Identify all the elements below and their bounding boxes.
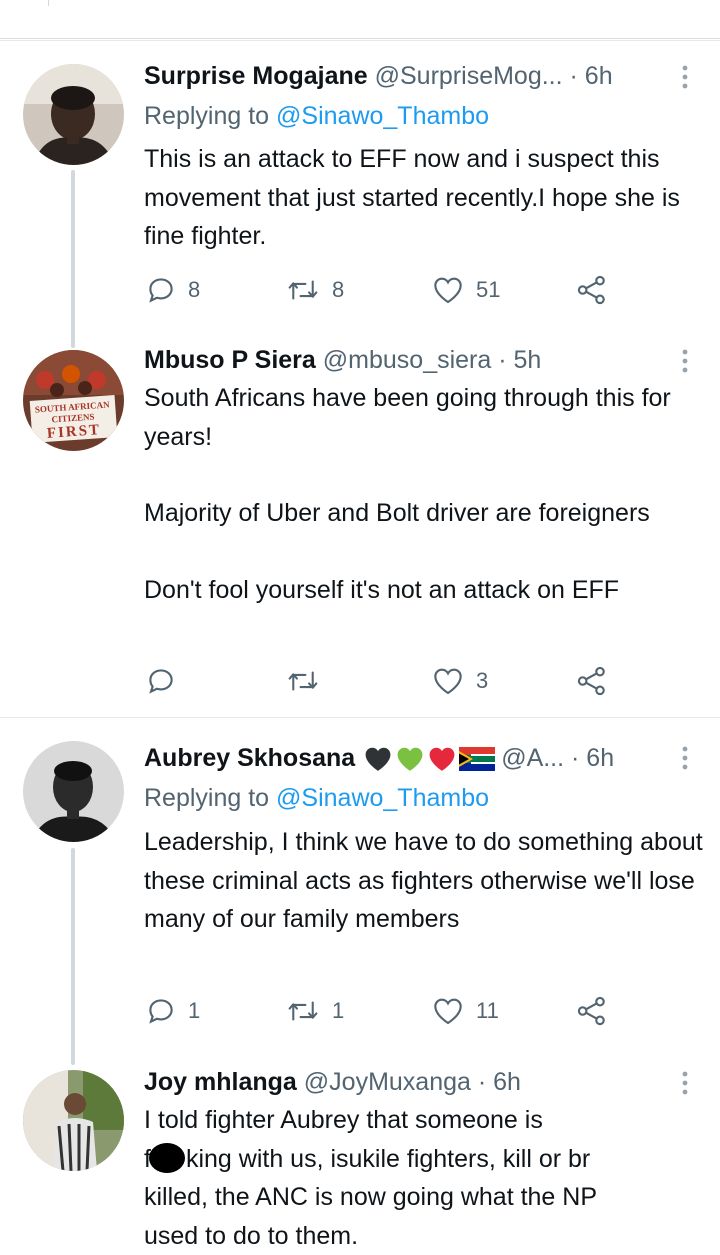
share-button[interactable]: [576, 994, 608, 1028]
share-icon: [577, 666, 605, 696]
like-button[interactable]: 51: [432, 273, 500, 307]
tweet-divider: [0, 717, 720, 718]
reply-button[interactable]: 1: [146, 994, 200, 1028]
author-name[interactable]: Joy mhlanga: [144, 1068, 297, 1096]
share-button[interactable]: [576, 664, 608, 698]
retweet-icon: [288, 280, 318, 300]
tweet-header: Joy mhlanga @JoyMuxanga · 6h: [144, 1067, 650, 1097]
more-options-icon[interactable]: [680, 1070, 690, 1096]
tweet-line: used to do to them.: [144, 1221, 359, 1250]
heart-icon: [434, 277, 462, 304]
avatar-mbuso-p-siera[interactable]: SOUTH AFRICAN CITIZENS FIRST: [23, 350, 124, 451]
tweet-actions: 8 8 51: [146, 273, 616, 307]
top-divider: [0, 0, 720, 39]
censor-blot: [148, 1142, 185, 1173]
replying-to-handle[interactable]: @Sinawo_Thambo: [276, 784, 489, 812]
like-button[interactable]: 3: [432, 664, 488, 698]
tweet-paragraph: Leadership, I think we have to do someth…: [144, 828, 703, 933]
thread-line: [71, 848, 75, 1065]
retweet-button[interactable]: [286, 664, 332, 698]
more-options-icon[interactable]: [680, 745, 690, 771]
reply-count: 1: [188, 998, 201, 1023]
retweet-count: 8: [332, 277, 345, 302]
green-heart-icon: [397, 748, 423, 772]
like-button[interactable]: 11: [432, 994, 499, 1028]
tweet-actions: 1 1 11: [146, 994, 616, 1028]
reply-icon: [149, 669, 173, 694]
like-count: 11: [476, 998, 499, 1023]
author-handle[interactable]: @SurpriseMog...: [375, 62, 563, 90]
heart-icon: [434, 998, 462, 1025]
heart-icon: [434, 668, 462, 695]
tweet-text: Leadership, I think we have to do someth…: [144, 823, 704, 939]
reply-icon: [149, 278, 173, 303]
black-heart-icon: [365, 748, 391, 772]
reply-button[interactable]: [146, 664, 188, 698]
retweet-button[interactable]: 1: [286, 994, 344, 1028]
more-options-icon[interactable]: [680, 64, 690, 90]
retweet-icon: [288, 671, 318, 691]
tweet-time[interactable]: · 6h: [478, 1068, 521, 1096]
tweet-time[interactable]: · 5h: [498, 346, 541, 374]
south-africa-flag-icon: [459, 747, 496, 772]
author-handle[interactable]: @A...: [501, 744, 564, 772]
tweet-text: This is an attack to EFF now and i suspe…: [144, 140, 704, 256]
avatar-aubrey-skhosana[interactable]: [23, 741, 124, 842]
like-count: 51: [476, 277, 501, 302]
tweet-paragraph: Don't fool yourself it's not an attack o…: [144, 575, 620, 604]
share-icon: [577, 996, 605, 1026]
reply-count: 8: [188, 277, 201, 302]
tweet-header: Mbuso P Siera @mbuso_siera · 5h: [144, 345, 650, 375]
retweet-count: 1: [332, 998, 345, 1023]
retweet-button[interactable]: 8: [286, 273, 344, 307]
tweet-header: Aubrey Skhosana @A... · 6h: [144, 743, 650, 773]
tweet-text: South Africans have been going through t…: [144, 379, 704, 609]
author-name[interactable]: Mbuso P Siera: [144, 346, 316, 374]
like-count: 3: [476, 668, 489, 693]
tweet-paragraph: This is an attack to EFF now and i suspe…: [144, 145, 680, 250]
red-heart-icon: [429, 748, 455, 772]
replying-to-handle[interactable]: @Sinawo_Thambo: [276, 102, 489, 130]
thread-line-top: [48, 0, 49, 6]
replying-to: Replying to @Sinawo_Thambo: [144, 101, 489, 131]
thread-line: [71, 170, 75, 348]
tweet-paragraph: South Africans have been going through t…: [144, 384, 671, 451]
avatar-surprise-mogajane[interactable]: [23, 64, 124, 165]
share-icon: [577, 275, 605, 305]
author-handle[interactable]: @mbuso_siera: [323, 346, 492, 374]
reply-icon: [149, 999, 173, 1024]
replying-to: Replying to @Sinawo_Thambo: [144, 783, 489, 813]
tweet-line: f king with us, isukile fighters, kill or…: [144, 1140, 704, 1179]
tweet-time[interactable]: · 6h: [571, 744, 614, 772]
name-emojis: [363, 746, 496, 772]
tweet-line: I told fighter Aubrey that someone is: [144, 1106, 543, 1134]
author-name[interactable]: Aubrey Skhosana: [144, 744, 355, 772]
tweet-text: I told fighter Aubrey that someone is fk…: [144, 1101, 704, 1255]
tweet-header: Surprise Mogajane @SurpriseMog... · 6h: [144, 61, 650, 91]
tweet-line-end: king with us, isukile fighters, kill or …: [185, 1144, 591, 1173]
tweet-actions: 3: [146, 664, 616, 698]
replying-to-label: Replying to: [144, 784, 270, 812]
more-options-icon[interactable]: [680, 348, 690, 374]
author-handle[interactable]: @JoyMuxanga: [304, 1068, 471, 1096]
avatar-joy-mhlanga[interactable]: [23, 1070, 124, 1171]
tweet-1[interactable]: [0, 40, 720, 41]
retweet-icon: [288, 1001, 318, 1021]
reply-button[interactable]: 8: [146, 273, 200, 307]
tweet-paragraph: Majority of Uber and Bolt driver are for…: [144, 499, 650, 527]
tweet-line: killed, the ANC is now going what the NP: [144, 1183, 598, 1211]
share-button[interactable]: [576, 273, 608, 307]
replying-to-label: Replying to: [144, 102, 270, 130]
author-name[interactable]: Surprise Mogajane: [144, 62, 368, 90]
tweet-time[interactable]: · 6h: [570, 62, 613, 90]
